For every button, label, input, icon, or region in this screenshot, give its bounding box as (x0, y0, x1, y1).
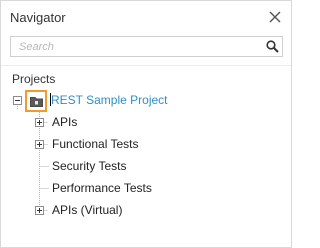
search-input[interactable] (11, 37, 261, 56)
divider (1, 65, 291, 66)
project-folder-icon (30, 97, 43, 107)
projects-section-label: Projects (12, 72, 56, 86)
project-node-rest-sample-project[interactable]: REST Sample Project (50, 93, 168, 107)
collapse-toggle-icon[interactable] (13, 96, 22, 105)
tree-node-functional-tests[interactable]: Functional Tests (52, 137, 139, 151)
tree-node-apis-virtual[interactable]: APIs (Virtual) (52, 203, 122, 217)
panel-title: Navigator (10, 10, 66, 25)
search-box (10, 36, 283, 57)
navigator-panel: Navigator Projects (0, 0, 292, 248)
project-node-label: REST Sample Project (51, 93, 168, 107)
expand-toggle-icon[interactable] (35, 140, 44, 149)
search-icon[interactable] (266, 40, 279, 53)
expand-toggle-icon[interactable] (35, 206, 44, 215)
tree-node-performance-tests[interactable]: Performance Tests (52, 181, 152, 195)
tree-node-security-tests[interactable]: Security Tests (52, 159, 126, 173)
expand-toggle-icon[interactable] (35, 118, 44, 127)
project-icon-selection[interactable] (25, 90, 47, 112)
tree-node-apis[interactable]: APIs (52, 115, 77, 129)
close-icon[interactable] (268, 10, 282, 24)
